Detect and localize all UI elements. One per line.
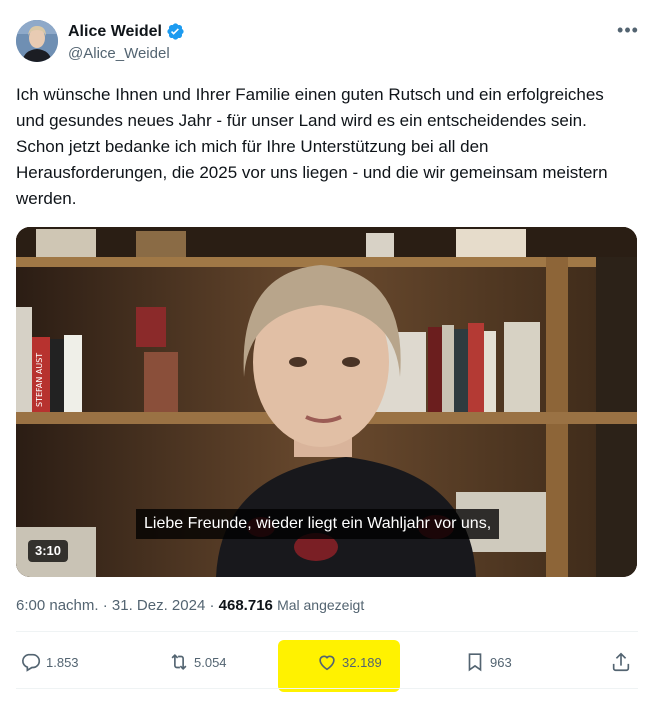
video-subtitle: Liebe Freunde, wieder liegt ein Wahljahr…: [136, 509, 500, 539]
share-button[interactable]: [610, 646, 636, 678]
verified-badge-icon: [166, 22, 185, 41]
more-options-icon[interactable]: •••: [616, 20, 640, 44]
repost-button[interactable]: 5.054: [168, 646, 227, 678]
meta-separator: ·: [209, 597, 215, 614]
tweet-time[interactable]: 6:00 nachm.: [16, 597, 99, 614]
video-duration-badge: 3:10: [28, 540, 69, 562]
author-name-row[interactable]: Alice Weidel: [68, 22, 185, 41]
divider: [16, 631, 638, 632]
reply-icon: [22, 653, 41, 672]
tweet-meta: 6:00 nachm. · 31. Dez. 2024 · 468.716 Ma…: [16, 597, 364, 614]
view-count-label: Mal angezeigt: [277, 597, 365, 613]
bookmark-count: 963: [490, 654, 512, 670]
action-bar: 1.853 5.054 32.189 963: [16, 646, 638, 678]
divider: [16, 688, 638, 689]
bookmark-icon: [468, 653, 482, 672]
avatar[interactable]: [16, 20, 58, 62]
reply-button[interactable]: 1.853: [20, 646, 79, 678]
display-name[interactable]: Alice Weidel: [68, 23, 162, 41]
repost-icon: [171, 653, 187, 671]
meta-separator: ·: [102, 597, 108, 614]
tweet-date[interactable]: 31. Dez. 2024: [112, 597, 205, 614]
share-icon: [612, 652, 630, 672]
tweet: Alice Weidel @Alice_Weidel ••• Ich wünsc…: [0, 0, 658, 703]
bookmark-button[interactable]: 963: [464, 646, 512, 678]
like-count: 32.189: [342, 654, 382, 670]
repost-count: 5.054: [194, 654, 227, 670]
reply-count: 1.853: [46, 654, 79, 670]
avatar-photo-icon: [16, 20, 58, 62]
like-button[interactable]: 32.189: [316, 646, 382, 678]
tweet-text: Ich wünsche Ihnen und Ihrer Familie eine…: [16, 85, 608, 208]
book-spine-text: STEFAN AUST: [35, 353, 44, 407]
author-handle[interactable]: @Alice_Weidel: [68, 45, 170, 62]
heart-icon: [319, 655, 335, 671]
view-count[interactable]: 468.716: [219, 597, 273, 614]
